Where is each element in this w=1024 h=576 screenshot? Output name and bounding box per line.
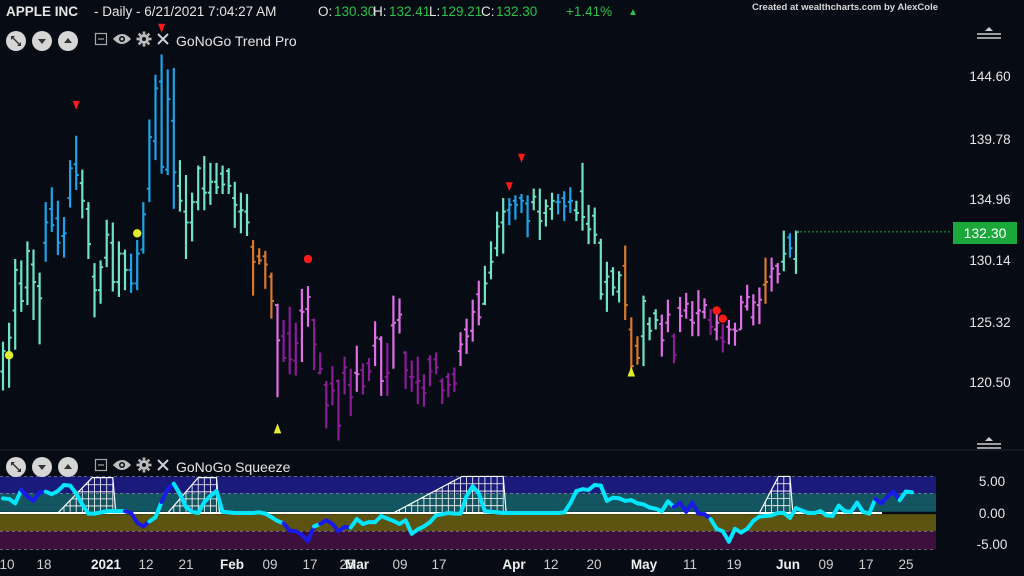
sell-triangle-marker: [72, 100, 80, 110]
expand-icon[interactable]: [6, 31, 26, 51]
time-axis-label: 09: [262, 557, 278, 572]
time-axis-label: Mar: [344, 557, 370, 572]
squeeze-panel-toolbar: GoNoGo Squeeze: [0, 455, 290, 479]
chevron-up-icon[interactable]: [58, 457, 78, 477]
time-axis-label: 09: [818, 557, 834, 572]
last-price-tag: 132.30: [953, 222, 1017, 244]
price-axis-label: 120.50: [969, 375, 1011, 390]
buy-triangle-marker: [627, 366, 636, 377]
trend-panel-toolbar: GoNoGo Trend Pro: [0, 29, 297, 53]
squeeze-band: [0, 531, 936, 550]
squeeze-indicator-name: GoNoGo Squeeze: [176, 459, 291, 475]
signal-dot: [712, 306, 721, 315]
squeeze-indicator-tools: GoNoGo Squeeze: [94, 457, 290, 478]
oscillator-axis-label: 0.00: [978, 506, 1006, 521]
close-icon[interactable]: [156, 32, 170, 51]
collapse-square-icon[interactable]: [94, 32, 108, 51]
time-axis-label: 17: [858, 557, 874, 572]
chevron-down-icon[interactable]: [32, 457, 52, 477]
time-axis-label: 17: [302, 557, 318, 572]
chevron-up-icon[interactable]: [58, 31, 78, 51]
signal-dot: [4, 351, 14, 360]
signal-dot: [718, 314, 727, 323]
sell-triangle-marker: [505, 182, 513, 192]
squeeze-line-segment: [903, 489, 914, 495]
price-axis-label: 125.32: [969, 315, 1011, 330]
time-axis-label: 19: [726, 557, 742, 572]
time-axis-label: 20: [586, 557, 602, 572]
hamburger-icon[interactable]: [976, 437, 1002, 456]
time-axis-label: 2021: [90, 557, 122, 572]
time-axis-label: May: [630, 557, 658, 572]
trend-indicator-tools: GoNoGo Trend Pro: [94, 31, 297, 52]
oscillator-axis-label: 5.00: [978, 474, 1006, 489]
signal-dot: [133, 229, 142, 238]
hamburger-icon[interactable]: [976, 27, 1002, 46]
chart-canvas[interactable]: [0, 0, 1024, 576]
eye-icon[interactable]: [112, 458, 132, 477]
time-axis-label: 18: [36, 557, 52, 572]
time-axis-label: Apr: [502, 557, 526, 572]
trend-indicator-name: GoNoGo Trend Pro: [176, 33, 297, 49]
signal-dot: [303, 254, 313, 264]
price-axis-label: 139.78: [969, 132, 1011, 147]
sell-triangle-marker: [518, 153, 525, 163]
time-axis-label: 25: [898, 557, 914, 572]
time-axis-label: 11: [682, 557, 698, 572]
time-axis-label: 10: [0, 557, 15, 572]
gear-icon[interactable]: [136, 457, 152, 478]
close-icon[interactable]: [156, 458, 170, 477]
oscillator-axis-label: -5.00: [976, 537, 1008, 552]
price-axis-label: 144.60: [969, 69, 1011, 84]
collapse-square-icon[interactable]: [94, 458, 108, 477]
time-axis-label: 17: [431, 557, 447, 572]
chevron-down-icon[interactable]: [32, 31, 52, 51]
time-axis-label: 12: [543, 557, 559, 572]
time-axis-label: Feb: [219, 557, 245, 572]
time-axis-label: 12: [138, 557, 154, 572]
time-axis-label: Jun: [775, 557, 801, 572]
eye-icon[interactable]: [112, 32, 132, 51]
gear-icon[interactable]: [136, 31, 152, 52]
time-axis-label: 09: [392, 557, 408, 572]
price-axis-label: 130.14: [969, 253, 1011, 268]
price-axis-label: 134.96: [969, 192, 1011, 207]
time-axis-label: 21: [178, 557, 194, 572]
buy-triangle-marker: [273, 423, 282, 434]
expand-icon[interactable]: [6, 457, 26, 477]
